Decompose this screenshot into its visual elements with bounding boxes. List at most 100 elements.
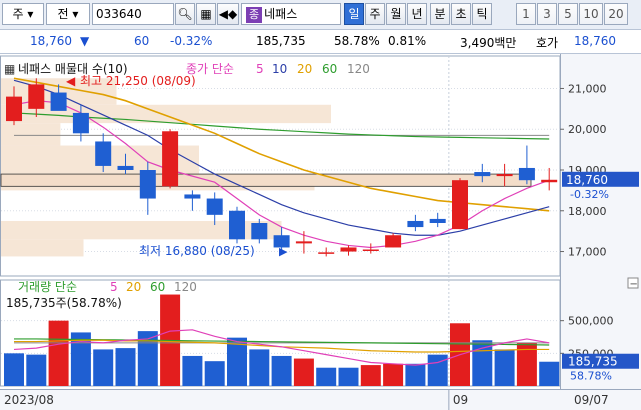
ma-period-20: 20 [297,62,312,76]
volume-bar-1 [26,354,47,386]
candle-17 [385,233,402,248]
period-tab-2[interactable]: 월 [386,3,406,25]
volume-bar-14 [316,367,337,386]
volume-bar-24 [539,361,560,386]
volume-tick-label-0: 500,000 [568,315,614,328]
period-tab-5[interactable]: 초 [451,3,471,25]
search-button[interactable]: 🔍︎ [175,3,195,25]
profile-bar-1 [1,104,331,124]
grid-icon: ▦ [200,7,212,21]
candle-body-5 [117,165,134,170]
period-tab-3[interactable]: 년 [407,3,427,25]
gubun-select[interactable]: 전 ▾ [46,3,90,25]
volume-bar-17 [383,363,404,386]
candle-body-8 [184,194,201,199]
date-label-2: 09/07 [574,393,609,407]
ma-period-60: 60 [322,62,337,76]
speaker-icon: ◀◆ [218,7,238,21]
volume-title: 거래량 단순 [18,280,77,294]
period-tab-4[interactable]: 분 [430,3,450,25]
date-axis-background [0,389,641,410]
candle-body-13 [295,241,312,244]
volume-bar-16 [360,365,381,386]
toolbar: 주 ▾ 전 ▾ 033640 🔍︎ ▦ ◀◆ 종 네패스 일주월년분초틱 1351… [0,0,641,30]
type-select-value: 주 [12,7,24,21]
price-tick-label-0: 21,000 [568,82,607,95]
period-tab-1[interactable]: 주 [365,3,385,25]
volume-bar-13 [293,358,314,386]
price-change-pct: -0.32% [170,34,213,48]
low-annotation: 최저 16,880 (08/25) [139,244,255,258]
minus-icon: − [630,279,638,290]
search-icon: 🔍︎ [177,7,193,21]
axis-background [560,54,641,390]
interval-tab-2[interactable]: 5 [558,3,578,25]
date-label-0: 2023/08 [4,393,54,407]
candle-body-9 [206,198,223,215]
volume-bar-0 [4,353,24,386]
sound-button[interactable]: ◀◆ [217,3,239,25]
turnover-pct: 0.81% [388,34,427,48]
type-select[interactable]: 주 ▾ [2,3,44,25]
grid-icon[interactable]: ▦ [4,62,15,76]
candle-body-6 [139,170,156,199]
interval-tab-1[interactable]: 3 [537,3,557,25]
vol-ma-period-5: 5 [110,280,118,294]
stock-chart[interactable]: 21,00020,00019,00018,00017,000500,000250… [0,54,641,410]
candle-body-19 [429,218,446,223]
interval-tab-4[interactable]: 20 [604,3,628,25]
interval-tab-3[interactable]: 10 [579,3,603,25]
date-axis: 2023/08 09 09/07 [0,389,641,410]
candle-body-3 [72,112,89,134]
candle-body-22 [496,174,513,177]
quote-label: 호가 [536,36,559,50]
stock-code-value: 033640 [96,7,142,21]
candle-body-20 [452,180,468,230]
volume-bar-5 [115,348,136,386]
volume-bar-11 [249,349,270,386]
vol-ma-period-60: 60 [150,280,165,294]
price-bar: 18,760 ▼ 60 -0.32% 185,735 58.78% 0.81% … [0,30,641,54]
price-tick-label-3: 18,000 [568,205,607,218]
name-badge: 종 [246,7,263,23]
volume-value: 185,735 [256,34,306,48]
high-annotation: 최고 21,250 (08/09) [80,74,196,88]
period-tab-0[interactable]: 일 [344,3,364,25]
candle-20 [452,178,468,230]
interval-tab-0[interactable]: 1 [516,3,536,25]
arrow-right-icon: ▶ [279,245,288,258]
down-arrow-icon: ▼ [80,34,90,48]
period-tab-6[interactable]: 틱 [472,3,492,25]
price-change: 60 [134,34,150,48]
profile-bar-2 [1,123,61,146]
trade-amount: 3,490백만 [460,36,517,50]
candle-body-21 [474,172,491,177]
volume-bar-21 [472,340,493,386]
chevron-down-icon: ▾ [68,7,79,21]
stock-name: 네패스 [264,7,298,21]
ma-period-120: 120 [347,62,370,76]
vol-ma-period-120: 120 [174,280,197,294]
profile-bar-6 [1,239,84,257]
stock-code-input[interactable]: 033640 [92,3,174,25]
current-vol-pct-axis-label: 58.78% [570,370,612,383]
volume-bar-9 [204,361,225,386]
list-button[interactable]: ▦ [196,3,216,25]
current-pct-axis-label: -0.32% [570,188,609,201]
volume-bar-8 [182,355,203,386]
quote-price: 18,760 [574,34,616,48]
candle-7 [162,129,179,189]
candle-body-1 [28,84,45,109]
ma-period-10: 10 [272,62,287,76]
candle-body-17 [385,235,402,248]
gubun-select-value: 전 [57,7,69,21]
stock-name-field[interactable]: 종 네패스 [241,3,341,25]
candle-body-2 [50,92,67,111]
volume-bar-15 [338,367,359,386]
volume-ratio: 58.78% [334,34,380,48]
candle-body-14 [318,252,335,254]
candle-body-18 [407,220,424,228]
vol-ma-period-20: 20 [126,280,141,294]
volume-bar-18 [405,363,426,386]
candle-body-7 [162,131,179,187]
